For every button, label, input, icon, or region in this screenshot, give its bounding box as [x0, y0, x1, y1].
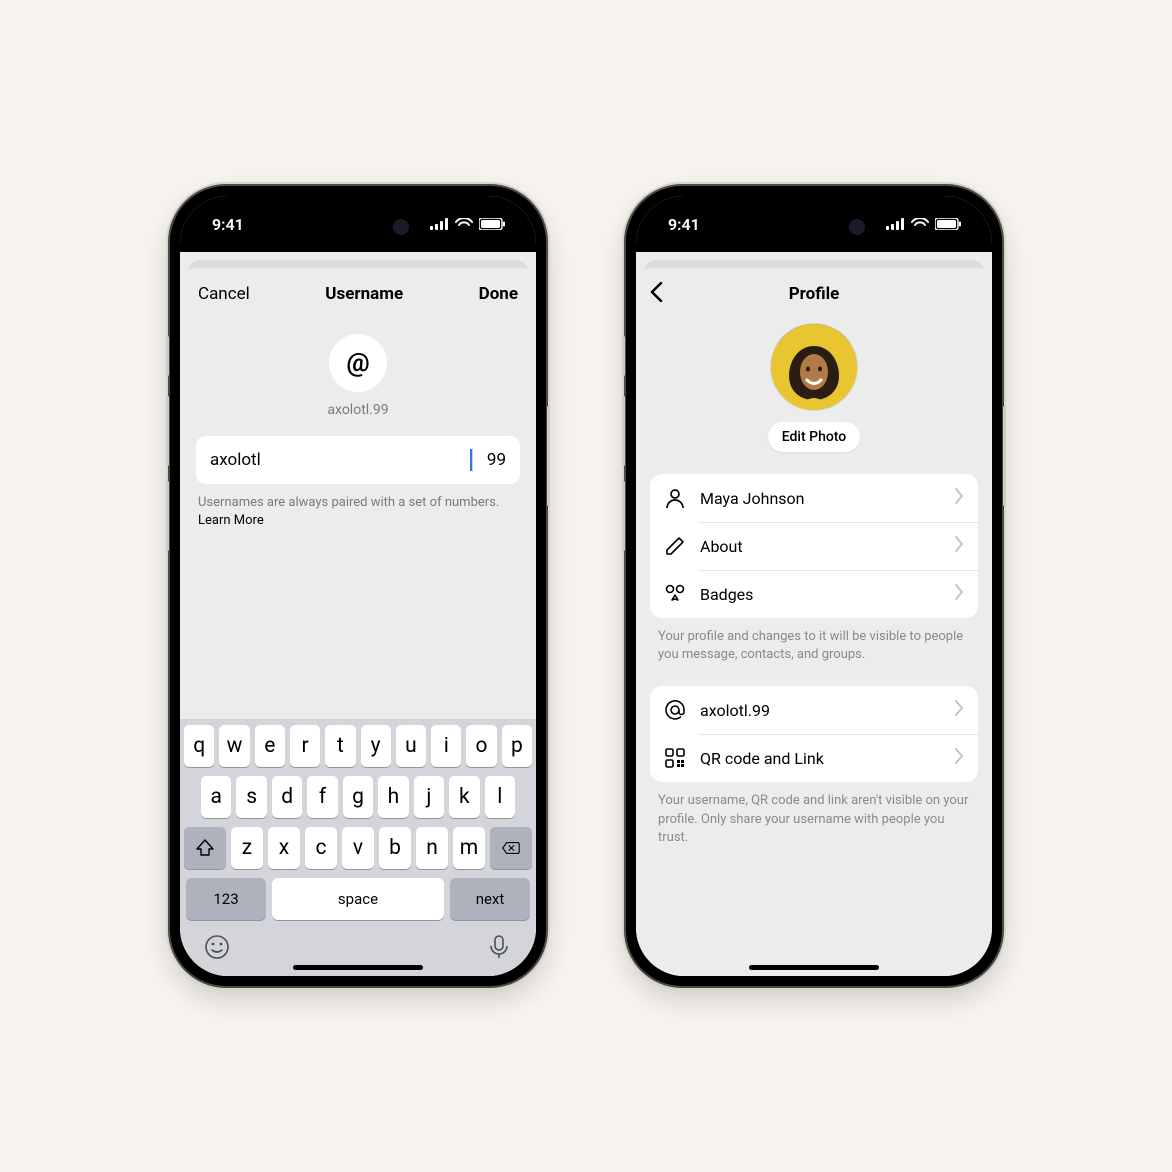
- username-input[interactable]: axolotl: [210, 450, 470, 470]
- person-icon: [664, 487, 686, 509]
- battery-icon: [479, 218, 506, 230]
- badges-icon: [664, 583, 686, 605]
- chevron-right-icon: [954, 536, 964, 556]
- key-i[interactable]: i: [431, 725, 461, 767]
- list-row[interactable]: Maya Johnson: [650, 474, 978, 522]
- input-divider: [472, 448, 473, 472]
- home-indicator[interactable]: [749, 965, 879, 970]
- key-w[interactable]: w: [219, 725, 249, 767]
- numeric-key[interactable]: 123: [186, 878, 266, 920]
- space-key[interactable]: space: [272, 878, 444, 920]
- back-button[interactable]: [650, 282, 664, 306]
- key-o[interactable]: o: [466, 725, 496, 767]
- list-row[interactable]: Badges: [650, 570, 978, 618]
- home-indicator[interactable]: [293, 965, 423, 970]
- profile-visibility-note: Your profile and changes to it will be v…: [658, 628, 970, 664]
- dynamic-island: [298, 210, 418, 244]
- keyboard-row-2: asdfghjkl: [184, 776, 532, 818]
- key-z[interactable]: z: [231, 827, 263, 869]
- emoji-icon[interactable]: [204, 934, 230, 964]
- keyboard: qwertyuiop asdfghjkl zxcvbnm 123 space n…: [180, 719, 536, 976]
- key-h[interactable]: h: [378, 776, 408, 818]
- backspace-key[interactable]: [490, 827, 532, 869]
- key-m[interactable]: m: [453, 827, 485, 869]
- key-c[interactable]: c: [305, 827, 337, 869]
- username-suffix: 99: [487, 450, 506, 470]
- dictation-icon[interactable]: [486, 934, 512, 964]
- keyboard-row-1: qwertyuiop: [184, 725, 532, 767]
- chevron-right-icon: [954, 748, 964, 768]
- username-sheet: Cancel Username Done @ axolotl.99 axolot…: [180, 268, 536, 976]
- cellular-icon: [430, 218, 449, 230]
- sheet-title: Username: [325, 284, 403, 304]
- row-label: Maya Johnson: [700, 489, 940, 508]
- key-k[interactable]: k: [449, 776, 479, 818]
- list-row[interactable]: axolotl.99: [650, 686, 978, 734]
- key-g[interactable]: g: [343, 776, 373, 818]
- shift-key[interactable]: [184, 827, 226, 869]
- battery-icon: [935, 218, 962, 230]
- key-j[interactable]: j: [414, 776, 444, 818]
- page-title: Profile: [789, 284, 840, 304]
- username-card: axolotl.99 QR code and Link: [650, 686, 978, 782]
- key-v[interactable]: v: [342, 827, 374, 869]
- chevron-left-icon: [650, 282, 664, 302]
- wifi-icon: [911, 218, 929, 230]
- key-q[interactable]: q: [184, 725, 214, 767]
- status-time: 9:41: [212, 215, 244, 234]
- key-u[interactable]: u: [396, 725, 426, 767]
- next-key[interactable]: next: [450, 878, 530, 920]
- chevron-right-icon: [954, 584, 964, 604]
- key-t[interactable]: t: [325, 725, 355, 767]
- row-label: Badges: [700, 585, 940, 604]
- phone-left: 9:41 Cancel Username Done @ axolotl.99 a…: [170, 186, 546, 986]
- profile-info-card: Maya Johnson About Badges: [650, 474, 978, 618]
- key-d[interactable]: d: [272, 776, 302, 818]
- row-label: About: [700, 537, 940, 556]
- phone-right: 9:41 Profile: [626, 186, 1002, 986]
- key-f[interactable]: f: [307, 776, 337, 818]
- key-l[interactable]: l: [485, 776, 515, 818]
- chevron-right-icon: [954, 488, 964, 508]
- key-y[interactable]: y: [361, 725, 391, 767]
- done-button[interactable]: Done: [479, 284, 518, 304]
- wifi-icon: [455, 218, 473, 230]
- avatar[interactable]: [771, 324, 857, 410]
- row-label: axolotl.99: [700, 701, 940, 720]
- key-e[interactable]: e: [255, 725, 285, 767]
- key-b[interactable]: b: [379, 827, 411, 869]
- chevron-right-icon: [954, 700, 964, 720]
- qr-icon: [664, 747, 686, 769]
- at-icon-circle: @: [329, 334, 387, 392]
- pencil-icon: [664, 535, 686, 557]
- keyboard-row-3: zxcvbnm: [184, 827, 532, 869]
- cancel-button[interactable]: Cancel: [198, 284, 250, 304]
- list-row[interactable]: QR code and Link: [650, 734, 978, 782]
- key-s[interactable]: s: [236, 776, 266, 818]
- learn-more-link[interactable]: Learn More: [198, 513, 264, 528]
- at-icon: [664, 699, 686, 721]
- username-preview: axolotl.99: [180, 402, 536, 418]
- key-a[interactable]: a: [201, 776, 231, 818]
- key-x[interactable]: x: [268, 827, 300, 869]
- profile-sheet: Profile Edit Photo Maya JohnsonA: [636, 268, 992, 976]
- key-r[interactable]: r: [290, 725, 320, 767]
- row-label: QR code and Link: [700, 749, 940, 768]
- key-n[interactable]: n: [416, 827, 448, 869]
- key-p[interactable]: p: [502, 725, 532, 767]
- list-row[interactable]: About: [650, 522, 978, 570]
- dynamic-island: [754, 210, 874, 244]
- username-input-row[interactable]: axolotl 99: [196, 436, 520, 484]
- username-privacy-note: Your username, QR code and link aren't v…: [658, 792, 970, 847]
- helper-text: Usernames are always paired with a set o…: [198, 495, 499, 510]
- cellular-icon: [886, 218, 905, 230]
- edit-photo-button[interactable]: Edit Photo: [768, 422, 860, 452]
- status-time: 9:41: [668, 215, 700, 234]
